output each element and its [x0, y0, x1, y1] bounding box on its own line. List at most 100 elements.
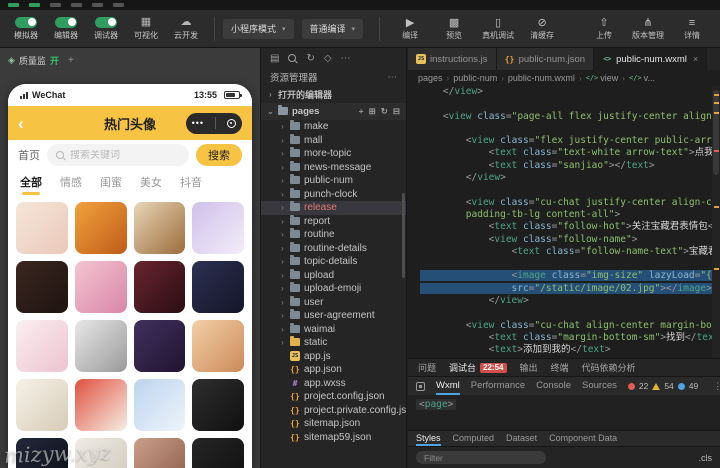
- panel-tab-输出[interactable]: 输出: [520, 361, 538, 374]
- search-button[interactable]: 搜索: [196, 144, 242, 166]
- code-area[interactable]: </view> <view class="page-all flex justi…: [408, 86, 712, 358]
- avatar-image[interactable]: [134, 438, 186, 468]
- tree-file-app.json[interactable]: {}app.json: [261, 363, 406, 377]
- tree-folder-waimai[interactable]: ›waimai: [261, 323, 406, 337]
- category-tab[interactable]: 全部: [20, 174, 42, 190]
- editor-tab-instructions.js[interactable]: JSinstructions.js: [408, 48, 497, 70]
- tree-folder-mall[interactable]: ›mall: [261, 134, 406, 148]
- tree-file-sitemap59.json[interactable]: {}sitemap59.json: [261, 431, 406, 445]
- debug-tab-Performance[interactable]: Performance: [471, 377, 525, 395]
- new-file-icon[interactable]: +: [359, 106, 364, 117]
- collapse-icon[interactable]: ⊟: [393, 106, 400, 117]
- toolbar-action-compile[interactable]: ▶编译: [388, 17, 432, 41]
- toolbar-action-device-debug[interactable]: ▯真机调试: [476, 17, 520, 41]
- breadcrumb-item[interactable]: </>view: [586, 73, 619, 83]
- tree-folder-report[interactable]: ›report: [261, 215, 406, 229]
- panel-tab-问题[interactable]: 问题: [418, 361, 436, 374]
- tree-folder-static[interactable]: ›static: [261, 336, 406, 350]
- tree-file-app.js[interactable]: JSapp.js: [261, 350, 406, 364]
- tree-folder-routine-details[interactable]: ›routine-details: [261, 242, 406, 256]
- refresh-icon[interactable]: ↻: [381, 106, 388, 117]
- tree-folder-more-topic[interactable]: ›more-topic: [261, 147, 406, 161]
- toolbar-toggle[interactable]: ▦可视化: [126, 17, 166, 41]
- filter-input[interactable]: [416, 451, 546, 464]
- mode-select[interactable]: 小程序模式 ▾: [223, 19, 294, 39]
- search-box[interactable]: [47, 144, 189, 166]
- category-tab[interactable]: 情感: [60, 174, 82, 190]
- avatar-image[interactable]: [75, 202, 127, 254]
- category-tab[interactable]: 抖音: [180, 174, 202, 190]
- avatar-image[interactable]: [134, 261, 186, 313]
- close-icon[interactable]: ×: [693, 54, 698, 64]
- open-editors-section[interactable]: › 打开的编辑器: [261, 86, 406, 103]
- tree-folder-user-agreement[interactable]: ›user-agreement: [261, 309, 406, 323]
- search-input[interactable]: [70, 150, 180, 161]
- avatar-image[interactable]: [75, 320, 127, 372]
- style-tab-styles[interactable]: Styles: [416, 431, 441, 446]
- panel-tab-代码依赖分析[interactable]: 代码依赖分析: [582, 361, 636, 374]
- back-button[interactable]: ‹: [18, 115, 24, 132]
- avatar-image[interactable]: [192, 320, 244, 372]
- tree-folder-upload-emoji[interactable]: ›upload-emoji: [261, 282, 406, 296]
- toolbar-toggle[interactable]: 调试器: [86, 17, 126, 41]
- avatar-image[interactable]: [16, 202, 68, 254]
- avatar-image[interactable]: [16, 320, 68, 372]
- editor-scrollbar[interactable]: [712, 86, 720, 358]
- panel-tab-调试台[interactable]: 调试台22:54: [449, 361, 506, 374]
- debug-tab-Sources[interactable]: Sources: [582, 377, 617, 395]
- tree-file-sitemap.json[interactable]: {}sitemap.json: [261, 417, 406, 431]
- files-icon[interactable]: ▤: [270, 53, 279, 64]
- inspect-element-icon[interactable]: [416, 382, 425, 391]
- category-tab[interactable]: 闺蜜: [100, 174, 122, 190]
- breadcrumb-item[interactable]: public-num: [453, 73, 497, 83]
- avatar-image[interactable]: [134, 202, 186, 254]
- toolbar-action-preview[interactable]: ▩预览: [432, 17, 476, 41]
- toolbar-action-details[interactable]: ≡详情: [670, 17, 714, 41]
- tree-file-app.wxss[interactable]: #app.wxss: [261, 377, 406, 391]
- toolbar-toggle[interactable]: 编辑器: [46, 17, 86, 41]
- style-tab-dataset[interactable]: Dataset: [506, 431, 537, 446]
- tree-folder-punch-clock[interactable]: ›punch-clock: [261, 188, 406, 202]
- breadcrumb-item[interactable]: public-num.wxml: [508, 73, 575, 83]
- avatar-image[interactable]: [192, 202, 244, 254]
- avatar-image[interactable]: [192, 379, 244, 431]
- avatar-image[interactable]: [134, 320, 186, 372]
- tree-folder-routine[interactable]: ›routine: [261, 228, 406, 242]
- tree-folder-make[interactable]: ›make: [261, 120, 406, 134]
- toolbar-toggle[interactable]: 模拟器: [6, 17, 46, 41]
- avatar-image[interactable]: [16, 379, 68, 431]
- toolbar-action-upload[interactable]: ⇧上传: [582, 17, 626, 41]
- close-circle-icon[interactable]: [227, 119, 236, 128]
- kebab-menu-icon[interactable]: ⋮: [713, 381, 720, 392]
- quality-monitor-control[interactable]: ◈ 质量监 开 +: [8, 54, 74, 67]
- compile-mode-select[interactable]: 普通编译 ▾: [302, 19, 364, 39]
- avatar-image[interactable]: [192, 261, 244, 313]
- tree-folder-news-message[interactable]: ›news-message: [261, 161, 406, 175]
- tree-folder-public-num[interactable]: ›public-num: [261, 174, 406, 188]
- style-tab-component-data[interactable]: Component Data: [549, 431, 617, 446]
- more-icon[interactable]: ⋯: [341, 53, 351, 64]
- avatar-image[interactable]: [75, 438, 127, 468]
- debug-tab-Console[interactable]: Console: [536, 377, 571, 395]
- tree-folder-user[interactable]: ›user: [261, 296, 406, 310]
- toolbar-action-clear-cache[interactable]: ⊘清缓存: [520, 17, 564, 41]
- toolbar-toggle[interactable]: ☁云开发: [166, 17, 206, 41]
- new-folder-icon[interactable]: ⊞: [369, 106, 376, 117]
- more-dots-icon[interactable]: •••: [192, 119, 204, 128]
- category-tab[interactable]: 美女: [140, 174, 162, 190]
- tree-folder-topic-details[interactable]: ›topic-details: [261, 255, 406, 269]
- project-root-row[interactable]: ⌄ pages + ⊞ ↻ ⊟: [261, 103, 406, 120]
- avatar-image[interactable]: [75, 379, 127, 431]
- breadcrumb-item[interactable]: pages: [418, 73, 443, 83]
- breadcrumb-item[interactable]: </>v...: [629, 73, 655, 83]
- search-icon[interactable]: [288, 54, 297, 63]
- avatar-image[interactable]: [134, 379, 186, 431]
- explorer-scrollbar[interactable]: [402, 193, 405, 278]
- add-icon[interactable]: +: [68, 55, 74, 66]
- package-icon[interactable]: ◇: [324, 53, 332, 64]
- tree-file-project.config.json[interactable]: {}project.config.json: [261, 390, 406, 404]
- avatar-image[interactable]: [75, 261, 127, 313]
- editor-tab-public-num.json[interactable]: {}public-num.json: [497, 48, 595, 70]
- refresh-icon[interactable]: ↻: [306, 53, 314, 64]
- tree-folder-upload[interactable]: ›upload: [261, 269, 406, 283]
